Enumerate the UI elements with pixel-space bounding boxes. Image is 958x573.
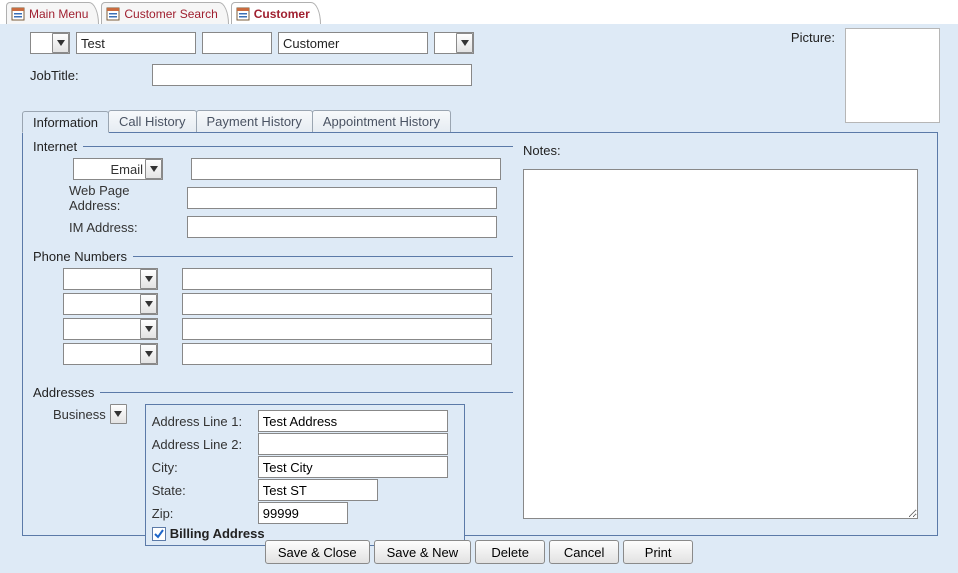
inner-tab-control: Information Call History Payment History… [22,108,938,536]
first-name-field[interactable] [76,32,196,54]
internet-group: Internet Email Web Page Address: [33,139,513,241]
phone-row [33,343,513,365]
addresses-group-label: Addresses [33,385,94,400]
cancel-button[interactable]: Cancel [549,540,619,564]
phone-row [33,318,513,340]
email-field[interactable] [191,158,501,180]
tab-appointment-history-label: Appointment History [323,114,440,129]
chevron-down-icon[interactable] [140,319,157,339]
phone-number-field[interactable] [182,318,492,340]
addr-city-field[interactable] [258,456,448,478]
tab-call-history-label: Call History [119,114,185,129]
nav-tabs: Main Menu Customer Search Customer [0,0,958,24]
notes-block [523,165,923,522]
top-strip: JobTitle: Picture: [0,24,958,86]
inner-tab-body: Internet Email Web Page Address: [22,132,938,536]
save-close-button[interactable]: Save & Close [265,540,370,564]
form-icon [236,7,250,21]
addr-zip-field[interactable] [258,502,348,524]
chevron-down-icon[interactable] [145,159,162,179]
nav-tab-main-menu[interactable]: Main Menu [6,2,99,24]
divider [83,146,513,147]
title-dropdown[interactable] [30,32,70,54]
addr-line2-field[interactable] [258,433,448,455]
nav-tab-customer-search-label: Customer Search [124,7,217,21]
addresses-group: Addresses Business Address Line 1: Addre… [33,385,513,546]
phones-group: Phone Numbers [33,249,513,368]
phone-type-dropdown[interactable] [63,318,158,340]
email-type-value: Email [78,162,145,177]
form-icon [11,7,25,21]
addr-city-label: City: [152,460,254,475]
addr-line2-label: Address Line 2: [152,437,254,452]
suffix-dropdown[interactable] [434,32,474,54]
addr-line1-label: Address Line 1: [152,414,254,429]
address-panel: Address Line 1: Address Line 2: City: St… [145,404,465,546]
addr-zip-label: Zip: [152,506,254,521]
app-window: Main Menu Customer Search Customer [0,0,958,573]
phone-type-dropdown[interactable] [63,293,158,315]
inner-tabs: Information Call History Payment History… [22,108,938,132]
phone-type-dropdown[interactable] [63,343,158,365]
addr-state-field[interactable] [258,479,378,501]
chevron-down-icon[interactable] [140,269,157,289]
tab-payment-history[interactable]: Payment History [196,110,313,132]
nav-tab-main-menu-label: Main Menu [29,7,88,21]
chevron-down-icon[interactable] [140,344,157,364]
button-bar: Save & Close Save & New Delete Cancel Pr… [0,540,958,564]
form-icon [106,7,120,21]
notes-label: Notes: [523,143,561,158]
web-field[interactable] [187,187,497,209]
tab-payment-history-label: Payment History [207,114,302,129]
tab-call-history[interactable]: Call History [108,110,196,132]
addr-line1-field[interactable] [258,410,448,432]
jobtitle-field[interactable] [152,64,472,86]
tab-information-label: Information [33,115,98,130]
internet-group-label: Internet [33,139,77,154]
chevron-down-icon[interactable] [140,294,157,314]
save-new-button[interactable]: Save & New [374,540,472,564]
phone-row [33,293,513,315]
jobtitle-label: JobTitle: [30,68,146,83]
phones-group-label: Phone Numbers [33,249,127,264]
tab-information[interactable]: Information [22,111,109,133]
chevron-down-icon[interactable] [110,404,127,424]
divider [133,256,513,257]
middle-name-field[interactable] [202,32,272,54]
im-field[interactable] [187,216,497,238]
email-type-dropdown[interactable]: Email [73,158,163,180]
notes-field[interactable] [523,169,918,519]
phone-number-field[interactable] [182,343,492,365]
tab-appointment-history[interactable]: Appointment History [312,110,451,132]
phone-number-field[interactable] [182,293,492,315]
phone-row [33,268,513,290]
address-type-value: Business [53,407,106,422]
chevron-down-icon[interactable] [456,33,473,53]
nav-tab-customer-search[interactable]: Customer Search [101,2,228,24]
divider [100,392,513,393]
web-label: Web Page Address: [33,183,183,213]
chevron-down-icon[interactable] [52,33,69,53]
phone-type-dropdown[interactable] [63,268,158,290]
last-name-field[interactable] [278,32,428,54]
nav-tab-customer-label: Customer [254,7,310,21]
nav-tab-customer[interactable]: Customer [231,2,321,24]
addr-state-label: State: [152,483,254,498]
billing-checkbox[interactable] [152,527,166,541]
print-button[interactable]: Print [623,540,693,564]
billing-label: Billing Address [170,526,265,541]
phone-number-field[interactable] [182,268,492,290]
address-type-dropdown[interactable]: Business [53,404,127,424]
im-label: IM Address: [33,220,183,235]
delete-button[interactable]: Delete [475,540,545,564]
